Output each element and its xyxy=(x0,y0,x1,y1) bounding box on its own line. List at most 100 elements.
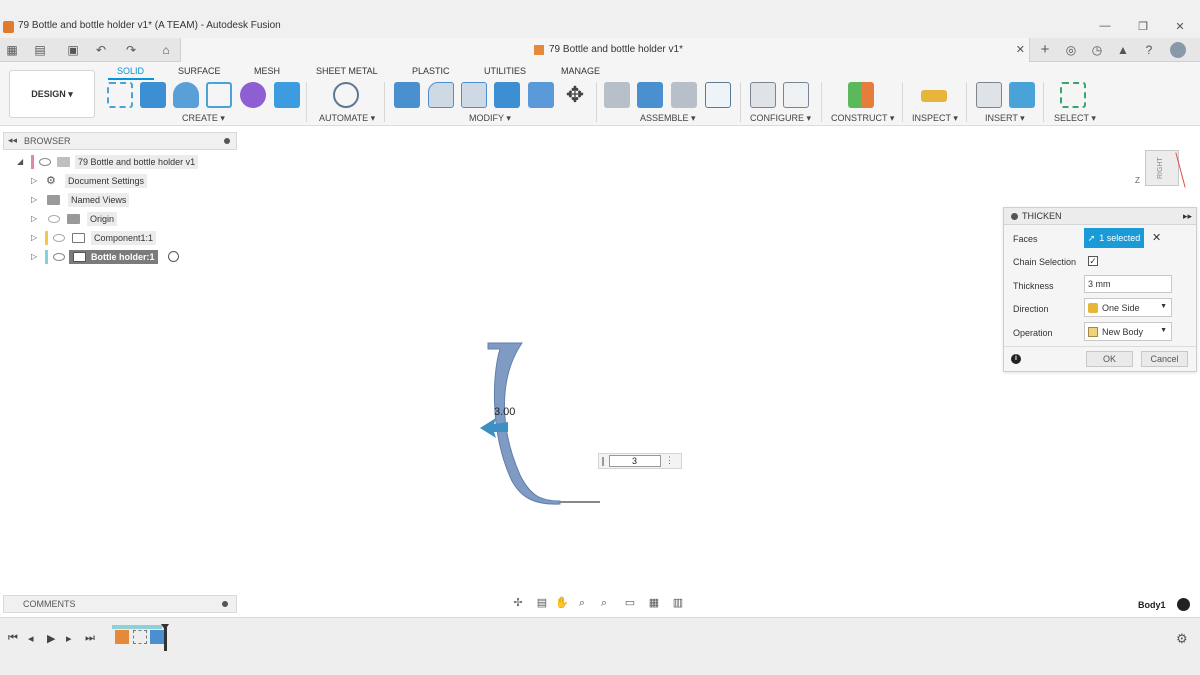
collapse-browser-icon[interactable]: ◂◂ xyxy=(8,135,17,146)
drag-grip-icon[interactable] xyxy=(602,457,604,466)
display-settings-icon[interactable]: ▭ xyxy=(623,596,637,610)
viewcube[interactable]: RIGHT xyxy=(1145,150,1179,186)
tab-sheet-metal[interactable]: SHEET METAL xyxy=(316,66,378,76)
expand-arrow-icon[interactable]: ▷ xyxy=(31,252,37,261)
tab-solid[interactable]: SOLID xyxy=(117,66,144,76)
zoom-icon[interactable]: ⌕ xyxy=(575,596,589,610)
extrude-icon[interactable] xyxy=(140,82,166,108)
pin-icon[interactable] xyxy=(224,138,230,144)
user-avatar[interactable] xyxy=(1170,42,1186,58)
expand-arrow-icon[interactable]: ▷ xyxy=(31,176,37,185)
tab-utilities[interactable]: UTILITIES xyxy=(484,66,526,76)
shell-icon[interactable] xyxy=(494,82,520,108)
tab-manage[interactable]: MANAGE xyxy=(561,66,600,76)
joint-origin-icon[interactable] xyxy=(705,82,731,108)
offset-plane-icon[interactable] xyxy=(848,82,874,108)
faces-selection-button[interactable]: ➚ 1 selected xyxy=(1084,228,1144,248)
fillet-icon[interactable] xyxy=(428,82,454,108)
add-comment-icon[interactable] xyxy=(222,601,228,607)
cancel-button[interactable]: Cancel xyxy=(1141,351,1188,367)
insert-group-label[interactable]: INSERT ▾ xyxy=(985,113,1025,124)
insert-image-icon[interactable] xyxy=(1009,82,1035,108)
automate-group-label[interactable]: AUTOMATE ▾ xyxy=(319,113,375,124)
timeline-extrude-icon[interactable] xyxy=(150,630,164,644)
hidden-eye-icon[interactable] xyxy=(53,234,65,242)
as-built-joint-icon[interactable] xyxy=(671,82,697,108)
thickness-input[interactable] xyxy=(1084,275,1172,293)
play-icon[interactable]: ▶ xyxy=(47,632,55,645)
hidden-eye-icon[interactable] xyxy=(48,215,60,223)
automate-icon[interactable] xyxy=(333,82,359,108)
joint-icon[interactable] xyxy=(637,82,663,108)
expand-arrow-icon[interactable]: ▷ xyxy=(31,233,37,242)
insert-derive-icon[interactable] xyxy=(976,82,1002,108)
revolve-icon[interactable] xyxy=(173,82,199,108)
expand-arrow-icon[interactable]: ▷ xyxy=(31,195,37,204)
browser-item-origin[interactable]: ▷ Origin xyxy=(31,212,231,227)
new-component-icon[interactable] xyxy=(604,82,630,108)
orbit-icon[interactable]: ✢ xyxy=(511,596,525,610)
look-at-icon[interactable]: ▤ xyxy=(535,596,549,610)
configure-group-label[interactable]: CONFIGURE ▾ xyxy=(750,113,811,124)
tab-surface[interactable]: SURFACE xyxy=(178,66,221,76)
browser-item-document-settings[interactable]: ▷ ⚙ Document Settings xyxy=(31,174,231,189)
browser-item-bottle-holder[interactable]: ▷ Bottle holder:1 xyxy=(31,250,231,265)
move-icon[interactable]: ✥ xyxy=(562,82,588,108)
timeline-feature-icon[interactable] xyxy=(115,630,129,644)
viewports-icon[interactable]: ▥ xyxy=(671,596,685,610)
create-group-label[interactable]: CREATE ▾ xyxy=(182,113,225,124)
more-options-icon[interactable]: ⋮ xyxy=(665,455,674,466)
save-icon[interactable]: ▣ xyxy=(65,42,81,58)
assemble-group-label[interactable]: ASSEMBLE ▾ xyxy=(640,113,696,124)
expand-dialog-icon[interactable]: ▸▸ xyxy=(1183,211,1192,222)
body-status-icon[interactable] xyxy=(1177,598,1190,611)
measure-icon[interactable] xyxy=(921,90,947,102)
notifications-icon[interactable]: ▲ xyxy=(1115,42,1131,58)
comments-panel-header[interactable]: COMMENTS xyxy=(3,595,237,613)
box-icon[interactable] xyxy=(274,82,300,108)
gear-icon[interactable]: ⚙ xyxy=(1176,631,1188,647)
info-icon[interactable]: i xyxy=(1011,354,1021,364)
document-tab[interactable]: 79 Bottle and bottle holder v1* ✕ xyxy=(180,38,1030,62)
ok-button[interactable]: OK xyxy=(1086,351,1133,367)
visibility-eye-icon[interactable] xyxy=(39,158,51,166)
create-form-icon[interactable] xyxy=(240,82,266,108)
browser-item-named-views[interactable]: ▷ Named Views xyxy=(31,193,231,208)
combine-icon[interactable] xyxy=(528,82,554,108)
tab-mesh[interactable]: MESH xyxy=(254,66,280,76)
construct-group-label[interactable]: CONSTRUCT ▾ xyxy=(831,113,894,124)
configure-icon[interactable] xyxy=(750,82,776,108)
timeline-sketch-icon[interactable] xyxy=(133,630,147,644)
close-window-button[interactable]: ✕ xyxy=(1172,20,1188,33)
file-menu-icon[interactable]: ▤ xyxy=(32,42,48,58)
data-panel-icon[interactable]: ◎ xyxy=(1063,42,1079,58)
home-icon[interactable]: ⌂ xyxy=(158,42,174,58)
select-group-label[interactable]: SELECT ▾ xyxy=(1054,113,1096,124)
dialog-header[interactable]: THICKEN ▸▸ xyxy=(1004,208,1196,225)
go-to-start-icon[interactable]: ⏮ xyxy=(8,632,18,645)
help-icon[interactable]: ? xyxy=(1141,42,1157,58)
clear-selection-icon[interactable]: ✕ xyxy=(1152,231,1161,244)
browser-root-item[interactable]: ◢ 79 Bottle and bottle holder v1 xyxy=(17,155,217,170)
thicken-preview-geometry[interactable] xyxy=(470,335,610,515)
direction-select[interactable]: One Side ▼ xyxy=(1084,298,1172,317)
tab-plastic[interactable]: PLASTIC xyxy=(412,66,450,76)
job-status-icon[interactable]: ◷ xyxy=(1089,42,1105,58)
step-forward-icon[interactable]: ▸ xyxy=(66,632,72,645)
inline-thickness-field[interactable] xyxy=(609,455,661,467)
inspect-group-label[interactable]: INSPECT ▾ xyxy=(912,113,958,124)
pattern-icon[interactable] xyxy=(206,82,232,108)
redo-icon[interactable]: ↷ xyxy=(123,42,139,58)
expand-arrow-icon[interactable]: ▷ xyxy=(31,214,37,223)
undo-icon[interactable]: ↶ xyxy=(93,42,109,58)
new-tab-icon[interactable]: + xyxy=(1037,42,1053,58)
browser-item-component1[interactable]: ▷ Component1:1 xyxy=(31,231,231,246)
press-pull-icon[interactable] xyxy=(394,82,420,108)
close-tab-icon[interactable]: ✕ xyxy=(1016,43,1025,56)
activate-component-icon[interactable] xyxy=(168,251,179,262)
go-to-end-icon[interactable]: ⏭ xyxy=(85,632,95,645)
create-sketch-icon[interactable] xyxy=(107,82,133,108)
operation-select[interactable]: New Body ▼ xyxy=(1084,322,1172,341)
grid-settings-icon[interactable]: ▦ xyxy=(647,596,661,610)
expand-arrow-icon[interactable]: ◢ xyxy=(17,157,23,166)
